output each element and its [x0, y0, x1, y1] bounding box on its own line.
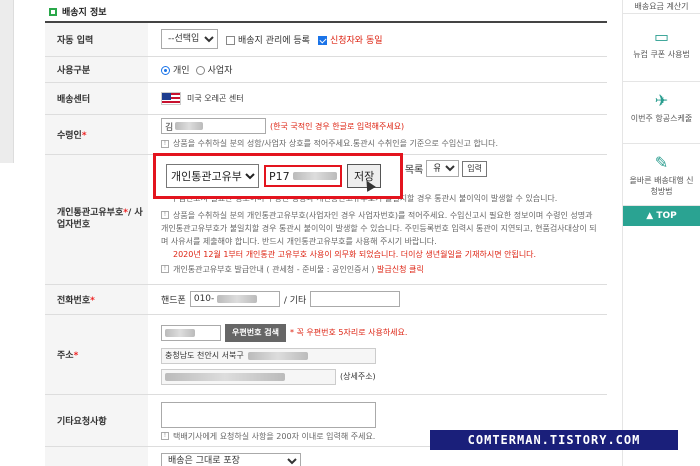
radio-personal[interactable]: 개인 [161, 63, 190, 76]
section-title: 배송지 정보 [49, 5, 107, 18]
airplane-icon: ✈ [654, 91, 669, 110]
center-name: 미국 오레곤 센터 [187, 93, 244, 103]
row-recipient: 수령인* 김 (한국 국적인 경우 한글로 입력해주세요) ! 상품을 수취하실 … [45, 114, 607, 155]
label-customs: 개인통관고유부호*/ 사업자번호 [45, 154, 148, 285]
recipient-note: ! 상품을 수취하실 분의 성함/사업자 상호를 적어주세요.통관시 수취인을 기… [161, 137, 607, 150]
coupon-icon: ▭ [653, 27, 670, 46]
other-label: / 기타 [283, 295, 307, 306]
request-textarea[interactable] [161, 401, 376, 428]
pencil-icon: ✎ [654, 153, 669, 172]
label-center: 배송센터 [45, 82, 148, 115]
packing-select[interactable]: 배송은 그대로 포장 [161, 452, 301, 466]
row-center: 배송센터 미국 오레곤 센터 [45, 82, 607, 115]
sidebar-item-guide[interactable]: ✎ 올바른 배송대행 신청방법 [623, 144, 700, 206]
sidebar-item-coupon[interactable]: ▭ 뉴컵 쿠폰 사용법 [623, 14, 700, 82]
customs-input-button[interactable]: 입력 [462, 160, 487, 177]
row-usage: 사용구분 개인 사업자 [45, 56, 607, 83]
customs-issue-guide: ! 개인통관고유부호 발급안내 ( 관세청 - 준비물 : 공인인증서 ) 발급신… [161, 263, 607, 276]
left-panel-strip [0, 0, 14, 163]
mobile-label: 핸드폰 [161, 295, 186, 306]
label-recipient: 수령인* [45, 114, 148, 155]
shipping-form-section: 배송지 정보 자동 입력 --선택입력-- 배송지 관리에 등록 신청자와 동일… [45, 0, 607, 466]
customs-notice: 2020년 12월 1부터 개인통관 고유부호 사용이 의무화 되었습니다. 더… [173, 249, 537, 259]
row-address: 주소* 우편번호 검색 * 꼭 우편번호 5자리로 사용하세요. 충청남도 천안… [45, 314, 607, 395]
customs-code-input[interactable]: P17 [264, 165, 342, 187]
label-address: 주소* [45, 314, 148, 395]
other-phone-input[interactable] [310, 291, 401, 307]
recipient-input[interactable]: 김 [161, 118, 266, 134]
list-label: 목록 [404, 165, 424, 176]
auto-input-select[interactable]: --선택입력-- [161, 29, 218, 50]
label-phone: 전화번호* [45, 284, 148, 315]
zipcode-search-button[interactable]: 우편번호 검색 [225, 323, 286, 342]
us-flag-icon [161, 91, 181, 105]
detail-address-label: (상세주소) [340, 372, 376, 381]
same-as-applicant-checkbox[interactable]: 신청자와 동일 [317, 33, 383, 46]
customs-code-highlight: 개인통관고유부호 P17 저장 [153, 153, 403, 199]
customs-type-select[interactable]: 개인통관고유부호 [166, 164, 259, 188]
customs-note: ! 상품을 수취하실 분의 개인통관고유부호(사업자인 경우 사업자번호)를 적어… [161, 210, 597, 246]
register-checkbox[interactable]: 배송지 관리에 등록 [226, 33, 310, 46]
address-detail-input[interactable] [161, 368, 336, 385]
recipient-hint: (한국 국적인 경우 한글로 입력해주세요) [270, 121, 405, 131]
issue-link[interactable]: 발급신청 클릭 [377, 265, 424, 274]
section-square-icon [49, 7, 57, 16]
watermark: COMTERMAN.TISTORY.COM [430, 430, 678, 450]
top-button[interactable]: ▲ TOP [623, 206, 700, 226]
sidebar-item-calculator[interactable]: 배송요금 계산기 [623, 0, 700, 14]
mobile-input[interactable]: 010- [189, 291, 280, 307]
label-auto-input: 자동 입력 [45, 22, 148, 57]
label-usage: 사용구분 [45, 56, 148, 83]
right-sidebar: 배송요금 계산기 ▭ 뉴컵 쿠폰 사용법 ✈ 이번주 항공스케줄 ✎ 올바른 배… [622, 0, 700, 466]
row-phone: 전화번호* 핸드폰 010- / 기타 [45, 284, 607, 315]
radio-business[interactable]: 사업자 [195, 63, 232, 76]
sidebar-item-flight-schedule[interactable]: ✈ 이번주 항공스케줄 [623, 82, 700, 144]
address-line1[interactable]: 충청남도 천안시 서북구 [161, 347, 376, 364]
zipcode-hint: * 꼭 우편번호 5자리로 사용하세요. [289, 328, 408, 337]
shipping-form-table: 자동 입력 --선택입력-- 배송지 관리에 등록 신청자와 동일 사용구분 개… [45, 21, 607, 466]
label-packing [45, 446, 148, 466]
row-auto-input: 자동 입력 --선택입력-- 배송지 관리에 등록 신청자와 동일 [45, 22, 607, 57]
customs-list-select[interactable]: 유부호 [426, 160, 460, 177]
label-request: 기타요청사항 [45, 394, 148, 447]
zipcode-input[interactable] [161, 324, 221, 341]
